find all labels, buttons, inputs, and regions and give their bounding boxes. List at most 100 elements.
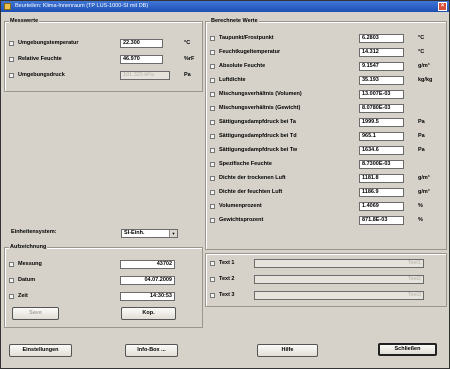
- measurement-value: 101.325 kPa: [120, 71, 170, 80]
- measurement-row: Umgebungsdruck 101.325 kPa Pa: [9, 71, 199, 81]
- calculated-label: Gewichtsprozent: [219, 217, 264, 223]
- calculated-label: Spezifische Feuchte: [219, 161, 272, 167]
- calculated-checkbox[interactable]: [210, 162, 215, 167]
- text-input[interactable]: Text1: [254, 259, 424, 268]
- help-button[interactable]: Hilfe: [257, 344, 318, 357]
- calculated-label: Mischungsverhältnis (Volumen): [219, 91, 302, 97]
- calculated-label: Volumenprozent: [219, 203, 262, 209]
- calculated-unit: Pa: [418, 147, 425, 153]
- window-title: Beurteilen: Klima-Innenraum (TP LUS-1000…: [15, 3, 149, 9]
- calculated-label: Sättigungsdampfdruck bei Td: [219, 133, 297, 139]
- measurement-checkbox[interactable]: [9, 41, 14, 46]
- calculated-unit: g/m³: [418, 189, 430, 195]
- calculated-checkbox[interactable]: [210, 36, 215, 41]
- measurement-checkbox[interactable]: [9, 73, 14, 78]
- calculated-checkbox[interactable]: [210, 218, 215, 223]
- calculated-checkbox[interactable]: [210, 106, 215, 111]
- text-input[interactable]: Text3: [254, 291, 424, 300]
- calculated-checkbox[interactable]: [210, 92, 215, 97]
- calculated-label: Dichte der trockenen Luft: [219, 175, 286, 181]
- text-label: Text 3: [219, 292, 235, 298]
- calculated-checkbox[interactable]: [210, 50, 215, 55]
- recording-checkbox[interactable]: [9, 278, 14, 283]
- recording-checkbox[interactable]: [9, 294, 14, 299]
- calculated-row: Volumenprozent 1.4069%: [210, 202, 442, 212]
- measurement-unit: Pa: [184, 72, 191, 78]
- calculated-unit: g/m³: [418, 175, 430, 181]
- measurement-value[interactable]: 22.300: [120, 39, 163, 48]
- recording-row: Messung 43702: [9, 260, 199, 270]
- measurement-checkbox[interactable]: [9, 57, 14, 62]
- calculated-value: 1.4069: [359, 202, 404, 211]
- calculated-value: 8.0780E-03: [359, 104, 404, 113]
- calculated-unit: °C: [418, 35, 425, 41]
- measurement-label: Relative Feuchte: [18, 56, 62, 62]
- calculated-row: Sättigungsdampfdruck bei Tw 1634.6 Pa: [210, 146, 442, 156]
- calculated-row: Luftdichte 35.193 kg/kg: [210, 76, 442, 86]
- calculated-row: Dichte der feuchten Luft 1186.9 g/m³: [210, 188, 442, 198]
- calculated-unit: %: [418, 217, 423, 223]
- units-label: Einheitensystem:: [11, 229, 57, 235]
- text-row: Text 2 Text2: [210, 275, 440, 285]
- save-button[interactable]: Save: [12, 307, 59, 320]
- calculated-value: 871.8E-03: [359, 216, 404, 225]
- calculated-label: Dichte der feuchten Luft: [219, 189, 283, 195]
- calculated-label: Sättigungsdampfdruck bei Ta: [219, 119, 296, 125]
- close-button[interactable]: Schließen: [378, 343, 437, 356]
- measurement-unit: °C: [184, 40, 191, 46]
- measurement-value[interactable]: 46.970: [120, 55, 163, 64]
- calculated-value: 1186.9: [359, 188, 404, 197]
- recording-label: Messung: [18, 261, 42, 267]
- info-box-button[interactable]: Info-Box ...: [125, 344, 178, 357]
- calculated-checkbox[interactable]: [210, 120, 215, 125]
- measurement-group-title: Messwerte: [9, 18, 40, 24]
- calculated-value: 1999.5: [359, 118, 404, 127]
- text-input[interactable]: Text2: [254, 275, 424, 284]
- text-row: Text 3 Text3: [210, 291, 440, 301]
- calculated-checkbox[interactable]: [210, 64, 215, 69]
- calculated-checkbox[interactable]: [210, 176, 215, 181]
- copy-button[interactable]: Kop.: [121, 307, 176, 320]
- calculated-checkbox[interactable]: [210, 78, 215, 83]
- calculated-checkbox[interactable]: [210, 134, 215, 139]
- calculated-value: 9.1547: [359, 62, 404, 71]
- calculated-row: Sättigungsdampfdruck bei Td 965.1 Pa: [210, 132, 442, 142]
- measurement-label: Umgebungsdruck: [18, 72, 65, 78]
- measurement-row: Umgebungstemperatur 22.300 °C: [9, 39, 199, 49]
- calculated-value: 1181.8: [359, 174, 404, 183]
- app-window: Beurteilen: Klima-Innenraum (TP LUS-1000…: [0, 0, 450, 369]
- calculated-unit: Pa: [418, 119, 425, 125]
- close-window-button[interactable]: ×: [438, 2, 447, 11]
- text-checkbox[interactable]: [210, 261, 215, 266]
- calculated-label: Feuchtkugeltemperatur: [219, 49, 281, 55]
- units-select[interactable]: SI-Einh. ▼: [121, 229, 178, 238]
- text-label: Text 1: [219, 260, 235, 266]
- calculated-row: Spezifische Feuchte 8.7300E-03: [210, 160, 442, 170]
- calculated-unit: g/m³: [418, 63, 430, 69]
- chevron-down-icon[interactable]: ▼: [169, 230, 177, 237]
- calculated-label: Absolute Feuchte: [219, 63, 266, 69]
- recording-label: Zeit: [18, 293, 28, 299]
- calculated-unit: Pa: [418, 133, 425, 139]
- recording-checkbox[interactable]: [9, 262, 14, 267]
- calculated-row: Taupunkt/Frostpunkt 6.2803 °C: [210, 34, 442, 44]
- text-checkbox[interactable]: [210, 277, 215, 282]
- calculated-value: 965.1: [359, 132, 404, 141]
- calculated-checkbox[interactable]: [210, 148, 215, 153]
- calculated-checkbox[interactable]: [210, 190, 215, 195]
- calculated-row: Sättigungsdampfdruck bei Ta 1999.5 Pa: [210, 118, 442, 128]
- measurement-label: Umgebungstemperatur: [18, 40, 79, 46]
- recording-value: 43702: [120, 260, 175, 269]
- calculated-row: Absolute Feuchte 9.1547 g/m³: [210, 62, 442, 72]
- calculated-label: Taupunkt/Frostpunkt: [219, 35, 274, 41]
- calculated-value: 1634.6: [359, 146, 404, 155]
- recording-value: 14:30:53: [120, 292, 175, 301]
- calculated-value: 13.007E-03: [359, 90, 404, 99]
- text-checkbox[interactable]: [210, 293, 215, 298]
- calculated-checkbox[interactable]: [210, 204, 215, 209]
- recording-row: Zeit 14:30:53: [9, 292, 199, 302]
- calculated-value: 35.193: [359, 76, 404, 85]
- text-label: Text 2: [219, 276, 235, 282]
- settings-button[interactable]: Einstellungen: [9, 344, 72, 357]
- calculated-value: 14.312: [359, 48, 404, 57]
